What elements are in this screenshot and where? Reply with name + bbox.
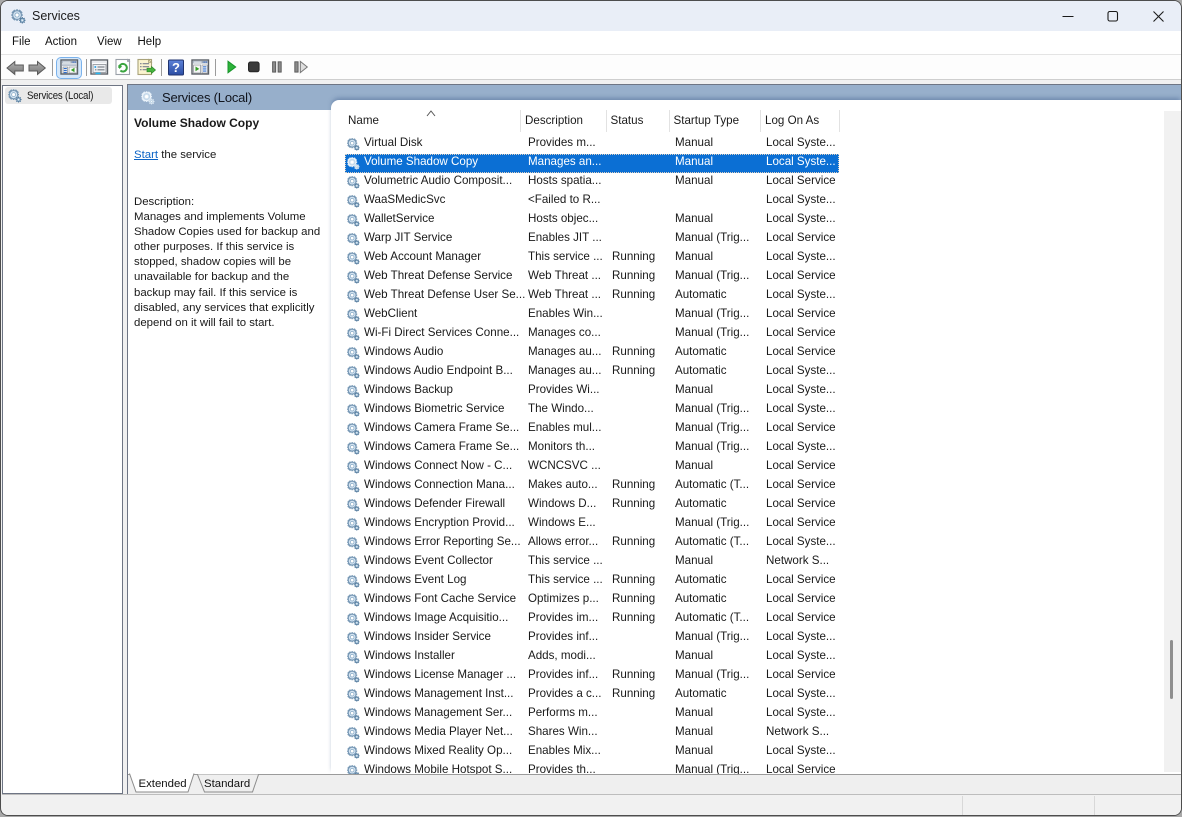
svg-text:?: ? bbox=[172, 60, 180, 75]
